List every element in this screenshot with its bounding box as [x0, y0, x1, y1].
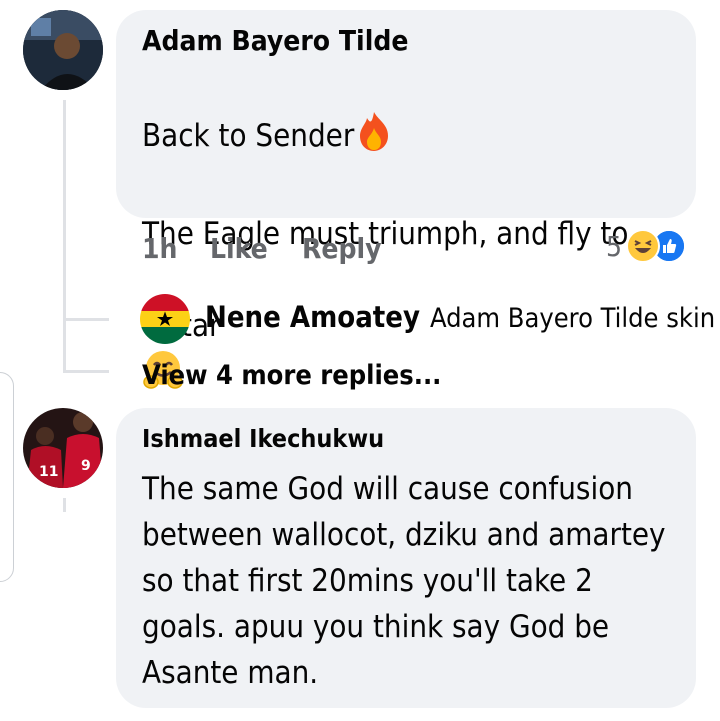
- fire-icon: [354, 110, 394, 165]
- reply-avatar[interactable]: [140, 294, 190, 344]
- reaction-summary[interactable]: 5: [606, 229, 687, 263]
- avatar[interactable]: [23, 10, 103, 90]
- svg-text:9: 9: [81, 458, 91, 474]
- like-button[interactable]: Like: [210, 232, 268, 265]
- svg-text:11: 11: [39, 464, 58, 480]
- avatar[interactable]: 11 9: [23, 408, 103, 488]
- ghana-flag-avatar-icon: [140, 294, 190, 344]
- thread-line-reply-branch: [63, 318, 109, 321]
- reaction-count: 5: [606, 229, 623, 263]
- reply-button[interactable]: Reply: [302, 232, 382, 265]
- reply-author[interactable]: Nene Amoatey: [205, 300, 420, 334]
- comment-text: The same God will cause confusion betwee…: [142, 471, 666, 691]
- comment-author[interactable]: Ishmael Ikechukwu: [142, 424, 384, 453]
- comment-line: Back to Sender: [142, 118, 355, 154]
- user-avatar-red-jersey-icon: 11 9: [23, 408, 103, 488]
- reply-snippet: Adam Bayero Tilde skin ...: [429, 303, 720, 334]
- thread-line-vertical: [63, 100, 66, 370]
- user-avatar-dark-icon: [23, 10, 103, 90]
- comment-time[interactable]: 1h: [142, 232, 177, 265]
- thread-line-second: [63, 498, 66, 512]
- thread-line-more-branch: [63, 370, 109, 373]
- reply-preview[interactable]: Nene Amoatey Adam Bayero Tilde skin ...: [205, 300, 720, 334]
- side-panel-edge: [0, 372, 14, 582]
- comment-author[interactable]: Adam Bayero Tilde: [142, 24, 408, 57]
- view-more-replies-link[interactable]: View 4 more replies...: [142, 360, 441, 391]
- laughing-emoji-icon: [626, 229, 661, 263]
